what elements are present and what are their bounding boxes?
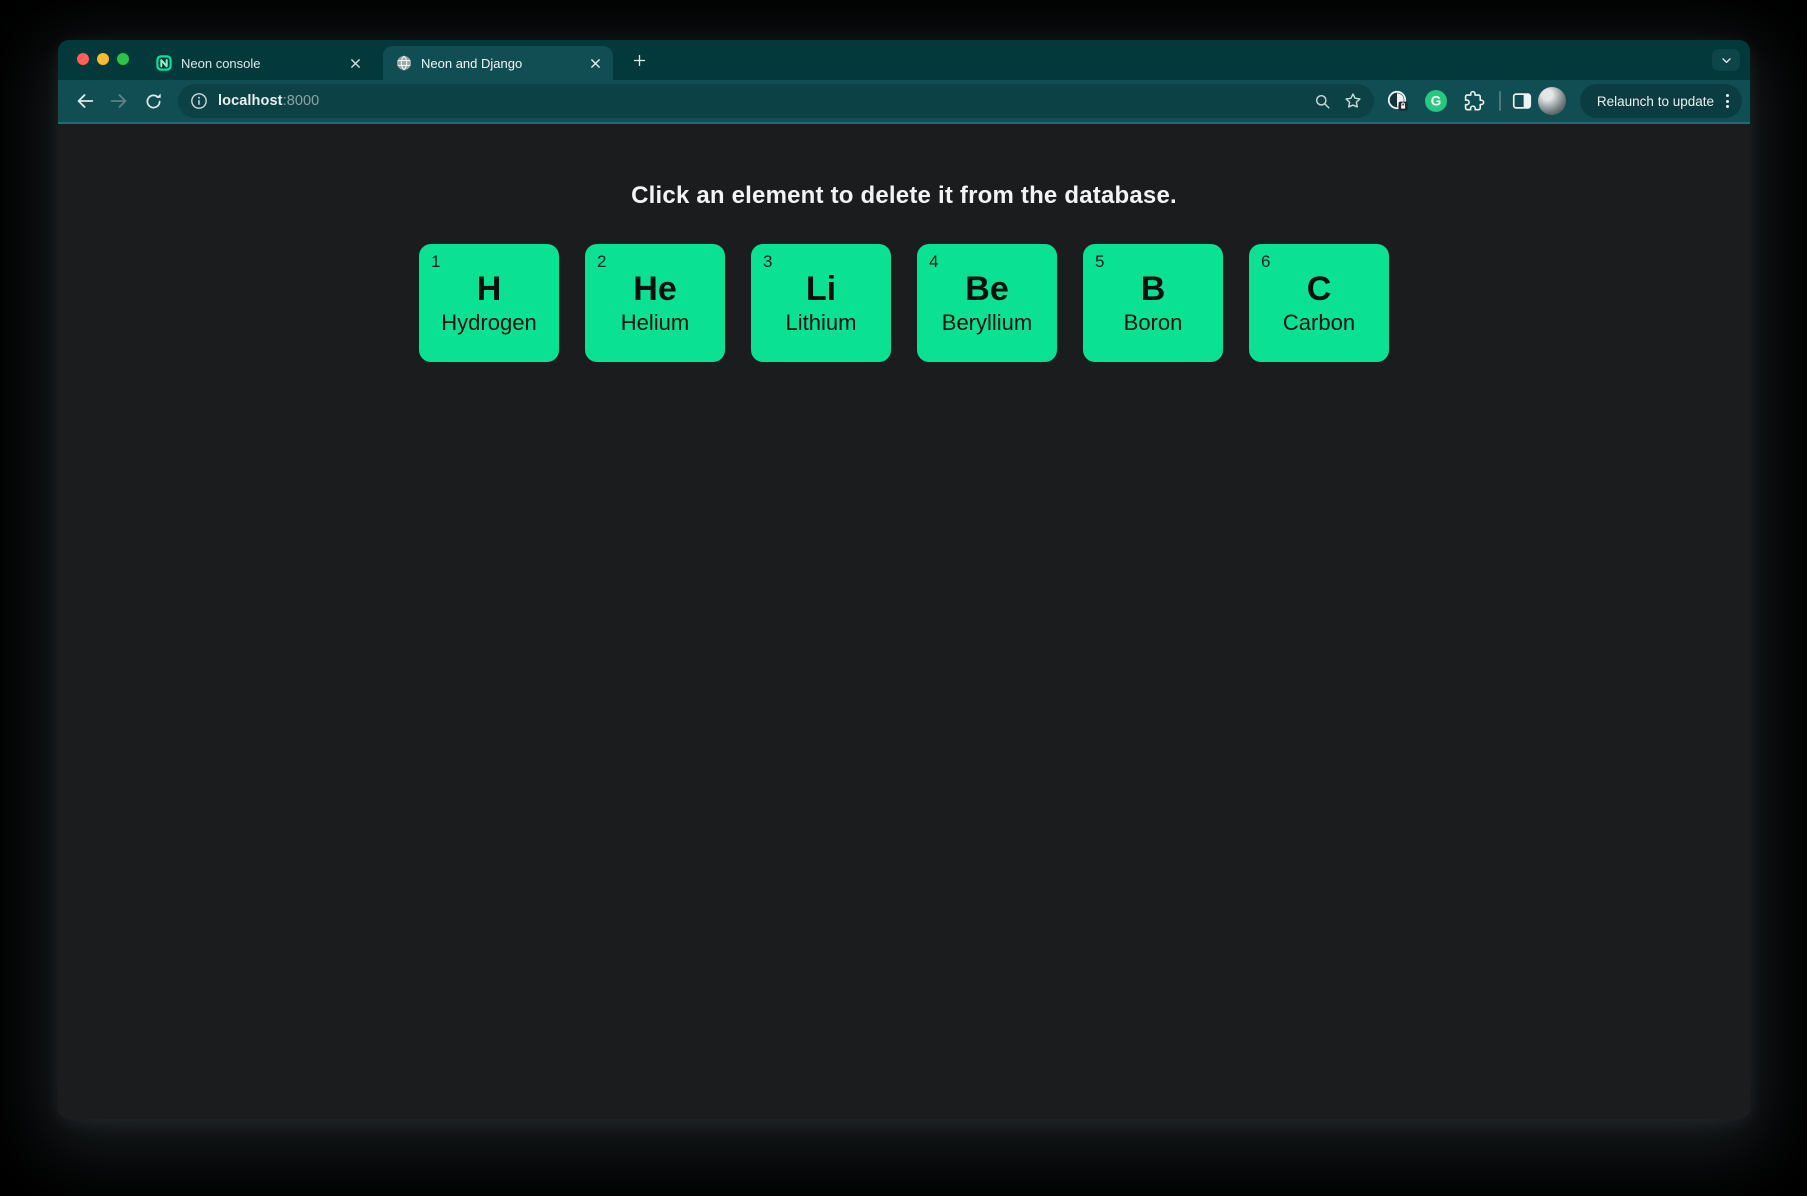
- forward-button[interactable]: [102, 84, 136, 118]
- atomic-number: 1: [431, 252, 440, 272]
- element-name: Beryllium: [917, 312, 1057, 334]
- tab-strip: Neon console Neon and Django: [58, 40, 1750, 80]
- atomic-number: 6: [1261, 252, 1270, 272]
- element-card-boron[interactable]: 5 B Boron: [1083, 244, 1223, 362]
- element-symbol: B: [1083, 272, 1223, 306]
- tab-close-icon[interactable]: [586, 54, 604, 72]
- element-card-carbon[interactable]: 6 C Carbon: [1249, 244, 1389, 362]
- atomic-number: 5: [1095, 252, 1104, 272]
- toolbar-divider: [1499, 91, 1501, 111]
- tab-search-chevron-button[interactable]: [1712, 49, 1740, 71]
- tab-close-icon[interactable]: [346, 54, 364, 72]
- grammarly-extension-icon[interactable]: G: [1422, 87, 1450, 115]
- element-card-helium[interactable]: 2 He Helium: [585, 244, 725, 362]
- url-port: :8000: [283, 93, 320, 109]
- tab-neon-and-django[interactable]: Neon and Django: [383, 46, 613, 80]
- element-symbol: Li: [751, 272, 891, 306]
- bookmark-star-icon[interactable]: [1338, 86, 1368, 116]
- page-heading: Click an element to delete it from the d…: [58, 124, 1750, 210]
- relaunch-to-update-button[interactable]: Relaunch to update: [1580, 84, 1742, 118]
- element-grid: 1 H Hydrogen 2 He Helium 3 Li Lithium 4 …: [58, 244, 1750, 362]
- element-name: Hydrogen: [419, 312, 559, 334]
- zoom-page-icon[interactable]: [1308, 86, 1338, 116]
- reload-button[interactable]: [136, 84, 170, 118]
- navigation-toolbar: localhost:8000: [58, 80, 1750, 124]
- chrome-menu-icon[interactable]: [1726, 94, 1729, 108]
- profile-avatar[interactable]: [1538, 87, 1566, 115]
- element-name: Lithium: [751, 312, 891, 334]
- extensions-cluster: G: [1384, 87, 1488, 115]
- site-info-icon[interactable]: [189, 91, 209, 111]
- maximize-window-button[interactable]: [117, 53, 129, 65]
- tab-title: Neon console: [181, 56, 346, 71]
- globe-icon: [396, 55, 412, 71]
- element-card-lithium[interactable]: 3 Li Lithium: [751, 244, 891, 362]
- element-card-hydrogen[interactable]: 1 H Hydrogen: [419, 244, 559, 362]
- element-symbol: He: [585, 272, 725, 306]
- atomic-number: 4: [929, 252, 938, 272]
- privacy-lock-extension-icon[interactable]: [1384, 87, 1412, 115]
- window-controls: [77, 53, 129, 65]
- back-button[interactable]: [68, 84, 102, 118]
- element-name: Boron: [1083, 312, 1223, 334]
- element-symbol: Be: [917, 272, 1057, 306]
- close-window-button[interactable]: [77, 53, 89, 65]
- element-name: Helium: [585, 312, 725, 334]
- atomic-number: 3: [763, 252, 772, 272]
- neon-logo-icon: [156, 55, 172, 71]
- element-symbol: C: [1249, 272, 1389, 306]
- minimize-window-button[interactable]: [97, 53, 109, 65]
- address-bar[interactable]: localhost:8000: [178, 84, 1374, 118]
- browser-window: Neon console Neon and Django: [58, 40, 1750, 1119]
- element-card-beryllium[interactable]: 4 Be Beryllium: [917, 244, 1057, 362]
- page-content: Click an element to delete it from the d…: [58, 124, 1750, 1117]
- atomic-number: 2: [597, 252, 606, 272]
- url-text: localhost:8000: [218, 93, 319, 109]
- relaunch-label: Relaunch to update: [1597, 94, 1714, 109]
- side-panel-icon[interactable]: [1508, 87, 1536, 115]
- extensions-puzzle-icon[interactable]: [1460, 87, 1488, 115]
- svg-text:G: G: [1431, 94, 1442, 109]
- element-name: Carbon: [1249, 312, 1389, 334]
- url-host: localhost: [218, 93, 283, 109]
- element-symbol: H: [419, 272, 559, 306]
- tab-title: Neon and Django: [421, 56, 586, 71]
- new-tab-button[interactable]: [626, 47, 652, 73]
- tab-neon-console[interactable]: Neon console: [143, 46, 373, 80]
